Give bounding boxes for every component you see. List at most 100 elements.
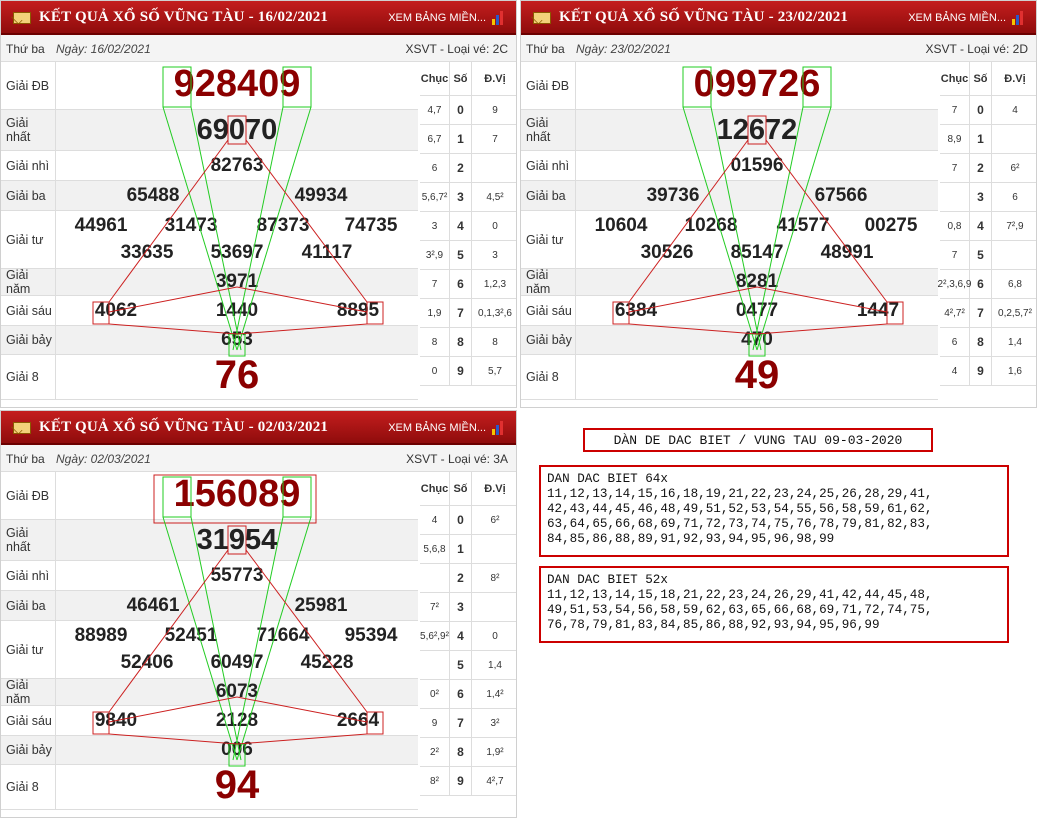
loto-row: 36: [940, 183, 1036, 212]
prize-label: Giải bảy: [1, 326, 56, 354]
loto-row: 62: [420, 154, 516, 183]
loto-dvi: 1,4: [1008, 336, 1022, 348]
region-table-link[interactable]: XEM BẢNG MIỀN...: [388, 12, 486, 24]
loto-row: 0 9 5,7: [420, 357, 516, 386]
loto-chuc: 7: [940, 241, 970, 269]
prize-label: Giải bảy: [521, 326, 576, 354]
loto-dvi: 7: [492, 133, 498, 145]
loto-chuc: 5,6,7²: [420, 183, 450, 211]
loto-row: 5,6²,9² 4 0: [420, 622, 516, 651]
prize-number: 3971: [215, 271, 259, 292]
prize-label: Giải ĐB: [521, 62, 576, 109]
loto-dvi: 4: [1012, 104, 1018, 116]
loto-chuc: 7: [420, 270, 450, 298]
loto-dvi: 0: [492, 630, 498, 642]
prize-number: 25981: [294, 595, 348, 616]
prize-row: Giải bảy: [521, 326, 938, 355]
loto-digit: 4: [450, 212, 472, 240]
loto-digit: 1: [450, 125, 472, 153]
dan-52-line: 76,78,79,81,83,84,85,86,88,92,93,94,95,9…: [547, 618, 880, 632]
prize-number: 69070: [196, 114, 278, 146]
prize-number: 65488: [126, 185, 180, 206]
prize-number: 45228: [300, 652, 354, 673]
prize-label: Giải nhì: [1, 151, 56, 180]
dan-52-line: 11,12,13,14,15,18,21,22,23,24,26,29,41,4…: [547, 588, 933, 602]
prize-number: 74735: [344, 215, 398, 236]
loto-dvi: 6²: [490, 514, 500, 526]
loto-chuc: 7²: [420, 593, 450, 621]
prize-row: Giải năm: [1, 268, 418, 296]
loto-digit: 7: [970, 299, 992, 327]
prize-row: Giải nhì: [1, 151, 418, 181]
loto-row: 5 1,4: [420, 651, 516, 680]
prize-table: Giải ĐB Giải nhất Giải nhì Giải ba Giải tư Gi…: [1, 472, 418, 810]
col-chuc: Chục: [940, 62, 970, 95]
dan-52-box: DAN DAC BIET 52x 11,12,13,14,15,18,21,22…: [539, 566, 1009, 643]
loto-chuc: 0,8: [940, 212, 970, 240]
loto-digit: 6: [970, 270, 992, 298]
prize-table: Giải ĐB Giải nhất Giải nhì Giải ba Giải tư Gi…: [1, 62, 418, 400]
prize-label: Giải sáu: [1, 296, 56, 325]
ticket-code: XSVT - Loại vé: 3A: [406, 452, 508, 466]
prize-label: Giải nhất: [1, 110, 56, 150]
prize-label: Giải tư: [1, 621, 56, 678]
prize-label: Giải năm: [1, 268, 56, 296]
prize-label: Giải nhất: [1, 520, 56, 560]
chart-icon[interactable]: [492, 421, 506, 435]
prize-number: 49934: [294, 185, 348, 206]
prize-number: 88989: [74, 625, 128, 646]
prize-number: 46461: [126, 595, 180, 616]
chart-icon[interactable]: [492, 11, 506, 25]
prize-number: 8281: [735, 271, 779, 292]
prize-number: 82763: [210, 155, 264, 176]
prize-number: 76: [214, 353, 260, 397]
loto-row: 9 7 3²: [420, 709, 516, 738]
loto-dvi: 0: [492, 220, 498, 232]
loto-dvi: 5,7: [488, 365, 502, 377]
loto-digit: 1: [970, 125, 992, 153]
prize-number: 1447: [856, 300, 900, 321]
loto-digit: 0: [970, 96, 992, 124]
region-table-link[interactable]: XEM BẢNG MIỀN...: [388, 422, 486, 434]
prize-row: Giải 8: [1, 355, 418, 400]
prize-number: 1440: [215, 300, 259, 321]
col-dvi: Đ.Vị: [484, 482, 506, 495]
loto-row: 0² 6 1,4²: [420, 680, 516, 709]
loto-row: 3²,9 5 3: [420, 241, 516, 270]
loto-chuc: 4,7: [420, 96, 450, 124]
panel-header: KẾT QUẢ XỔ SỐ VŨNG TÀU - 16/02/2021 XEM B…: [1, 1, 516, 35]
loto-dvi: 0,2,5,7²: [998, 307, 1032, 319]
loto-dvi: 1,4²: [486, 688, 504, 700]
col-dvi: Đ.Vị: [1004, 72, 1026, 85]
chart-icon[interactable]: [1012, 11, 1026, 25]
loto-chuc: 6,7: [420, 125, 450, 153]
loto-chuc: 0: [420, 357, 450, 385]
loto-digit: 5: [450, 651, 472, 679]
loto-chuc: 7: [940, 154, 970, 182]
prize-label: Giải năm: [1, 678, 56, 706]
loto-row: 2 8²: [420, 564, 516, 593]
loto-digit: 6: [450, 680, 472, 708]
prize-row: Giải nhì: [1, 561, 418, 591]
loto-chuc: 8: [420, 328, 450, 356]
panel-header: KẾT QUẢ XỔ SỐ VŨNG TÀU - 23/02/2021 XEM B…: [521, 1, 1036, 35]
dan-64-line: 63,64,65,66,68,69,71,72,73,74,75,76,78,7…: [547, 517, 933, 531]
region-table-link[interactable]: XEM BẢNG MIỀN...: [908, 12, 1006, 24]
loto-chuc: 8,9: [940, 125, 970, 153]
dan-title: DÀN DE DAC BIET / VUNG TAU 09-03-2020: [583, 428, 933, 452]
prize-row: Giải bảy: [1, 736, 418, 765]
prize-label: Giải tư: [1, 211, 56, 268]
loto-digit: 5: [450, 241, 472, 269]
prize-number: 67566: [814, 185, 868, 206]
loto-chuc: 7: [940, 96, 970, 124]
loto-row: 4,7 0 9: [420, 96, 516, 125]
loto-digit: 7: [450, 299, 472, 327]
loto-dvi: 6: [1012, 191, 1018, 203]
loto-chuc: 1,9: [420, 299, 450, 327]
prize-number: 10604: [594, 215, 648, 236]
ticket-code: XSVT - Loại vé: 2C: [405, 42, 509, 56]
loto-dvi: 1,2,3: [483, 278, 507, 290]
loto-digit: 2: [970, 154, 992, 182]
loto-row: 7² 3: [420, 593, 516, 622]
prize-number: 8895: [336, 300, 380, 321]
